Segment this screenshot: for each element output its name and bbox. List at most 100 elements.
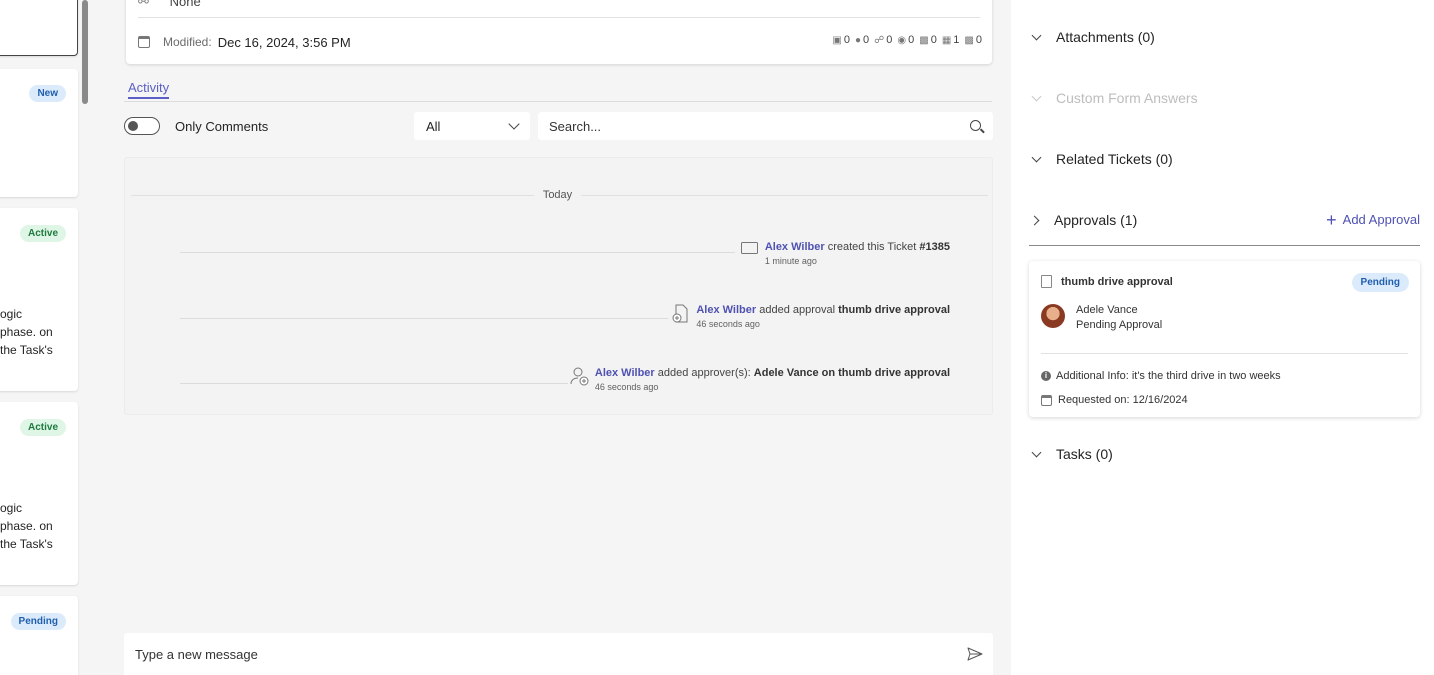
- section-related-tickets[interactable]: Related Tickets (0): [1029, 151, 1173, 167]
- approver-name: Adele Vance: [1076, 304, 1138, 316]
- message-input[interactable]: [124, 633, 944, 675]
- requested-on: Requested on: 12/16/2024: [1058, 394, 1188, 406]
- entry-line: [180, 252, 735, 253]
- status-badge: Pending: [10, 613, 66, 630]
- divider: [138, 17, 980, 18]
- entry-line: [180, 383, 568, 384]
- count: 0: [843, 34, 850, 46]
- avatar: [1041, 304, 1065, 328]
- activity-search-input[interactable]: [538, 112, 993, 140]
- ticket-list: New Active ogic phase. on the Task's Act…: [0, 0, 80, 675]
- chevron-down-icon: [1031, 447, 1042, 458]
- field-row: ⚯ None: [138, 0, 201, 10]
- section-title: Approvals (1): [1054, 212, 1138, 228]
- section-approvals[interactable]: Approvals (1): [1029, 212, 1137, 228]
- ticket-icon: [740, 241, 760, 259]
- activity-entry: Alex Wilber created this Ticket #1385 1 …: [740, 241, 950, 266]
- modified-row: Modified: Dec 16, 2024, 3:56 PM: [138, 34, 351, 50]
- activity-feed: Today Alex Wilber created this Ticket #1…: [124, 157, 993, 415]
- count: 0: [930, 34, 937, 46]
- send-icon[interactable]: [967, 647, 983, 661]
- additional-info: Additional Info: it's the third drive in…: [1056, 370, 1281, 382]
- date-separator: Today: [542, 189, 573, 201]
- entry-target: thumb drive approval: [838, 304, 950, 316]
- task-icon: ▩: [919, 34, 929, 46]
- status-badge: Active: [19, 419, 66, 436]
- divider: [581, 195, 988, 196]
- chevron-down-icon: [1031, 30, 1042, 41]
- approval-title: thumb drive approval: [1061, 275, 1173, 288]
- message-composer: [124, 633, 993, 675]
- ticket-snippet: ogic phase. on the Task's: [0, 499, 80, 553]
- plus-icon: +: [1326, 209, 1337, 230]
- actor-link[interactable]: Alex Wilber: [765, 241, 825, 253]
- section-custom-form-answers: Custom Form Answers: [1029, 90, 1198, 106]
- chevron-down-icon: [1031, 152, 1042, 163]
- counter-linked: ▣ 0: [832, 34, 850, 46]
- chevron-right-icon: [1029, 215, 1040, 225]
- add-approval-button[interactable]: + Add Approval: [1326, 209, 1420, 230]
- chevron-down-icon: [508, 118, 520, 130]
- entry-action: added approval: [759, 304, 836, 316]
- activity-entry: Alex Wilber added approver(s): Adele Van…: [570, 367, 950, 392]
- info-icon: i: [1041, 371, 1051, 381]
- ticket-card[interactable]: Active ogic phase. on the Task's: [0, 208, 78, 391]
- calendar-icon: [138, 36, 150, 48]
- chevron-down-icon: [1031, 91, 1042, 102]
- snippet-line: phase. on: [0, 519, 53, 533]
- modified-value: Dec 16, 2024, 3:56 PM: [217, 34, 351, 50]
- snippet-line: ogic: [0, 501, 23, 515]
- ticket-summary-card: ⚯ None Modified: Dec 16, 2024, 3:56 PM ▣…: [126, 0, 992, 64]
- entry-time: 46 seconds ago: [696, 319, 760, 329]
- actor-link[interactable]: Alex Wilber: [696, 304, 756, 316]
- section-title: Related Tickets (0): [1056, 151, 1173, 167]
- search-icon[interactable]: [970, 120, 981, 131]
- entry-target: Adele Vance on thumb drive approval: [753, 367, 950, 379]
- section-tasks[interactable]: Tasks (0): [1029, 446, 1113, 462]
- ticket-details: ⚯ None Modified: Dec 16, 2024, 3:56 PM ▣…: [110, 0, 1010, 675]
- toggle-label: Only Comments: [175, 119, 269, 134]
- calendar-icon: [1041, 394, 1052, 406]
- scrollbar-thumb[interactable]: [82, 0, 88, 104]
- approval-icon: ▦: [941, 34, 952, 46]
- toggle-knob: [128, 121, 138, 131]
- additional-info-row: i Additional Info: it's the third drive …: [1041, 370, 1281, 382]
- ticket-card[interactable]: Active ogic phase. on the Task's: [0, 402, 78, 585]
- approver-status: Pending Approval: [1076, 319, 1163, 331]
- paperclip-icon: ☍: [874, 34, 885, 46]
- requested-on-row: Requested on: 12/16/2024: [1041, 394, 1188, 406]
- activity-filter-dropdown[interactable]: All: [414, 112, 530, 140]
- ticket-snippet: ogic phase. on the Task's: [0, 305, 80, 359]
- ticket-card-selected[interactable]: [0, 0, 78, 56]
- entry-action: added approver(s):: [657, 367, 751, 379]
- count: 0: [975, 34, 982, 46]
- snippet-line: the Task's: [0, 343, 53, 357]
- tab-activity[interactable]: Activity: [128, 80, 170, 99]
- section-attachments[interactable]: Attachments (0): [1029, 29, 1155, 45]
- activity-entry: Alex Wilber added approval thumb drive a…: [671, 304, 950, 329]
- snippet-line: ogic: [0, 307, 23, 321]
- section-title: Attachments (0): [1056, 29, 1155, 45]
- snippet-line: the Task's: [0, 537, 53, 551]
- section-title: Custom Form Answers: [1056, 90, 1198, 106]
- document-icon: [1041, 275, 1052, 288]
- details-side-panel: Attachments (0) Custom Form Answers Rela…: [1011, 0, 1434, 675]
- add-person-icon: [570, 367, 590, 386]
- status-badge: Active: [19, 225, 66, 242]
- approval-card[interactable]: thumb drive approval Pending Adele Vance…: [1029, 261, 1420, 417]
- counter-tasks: ▩ 0: [919, 34, 937, 46]
- only-comments-toggle[interactable]: [124, 117, 160, 135]
- chat-icon: ▩: [964, 34, 974, 46]
- ticket-card[interactable]: New: [0, 69, 78, 197]
- actor-link[interactable]: Alex Wilber: [595, 367, 655, 379]
- snippet-line: phase. on: [0, 325, 53, 339]
- count: 1: [953, 34, 960, 46]
- ticket-card[interactable]: Pending: [0, 596, 78, 675]
- count: 0: [886, 34, 893, 46]
- button-label: Add Approval: [1342, 212, 1420, 227]
- divider: [131, 195, 534, 196]
- status-badge: Pending: [1351, 273, 1409, 292]
- people-icon: ●: [854, 34, 862, 46]
- people-icon: ⚯: [138, 0, 149, 9]
- section-title: Tasks (0): [1056, 446, 1113, 462]
